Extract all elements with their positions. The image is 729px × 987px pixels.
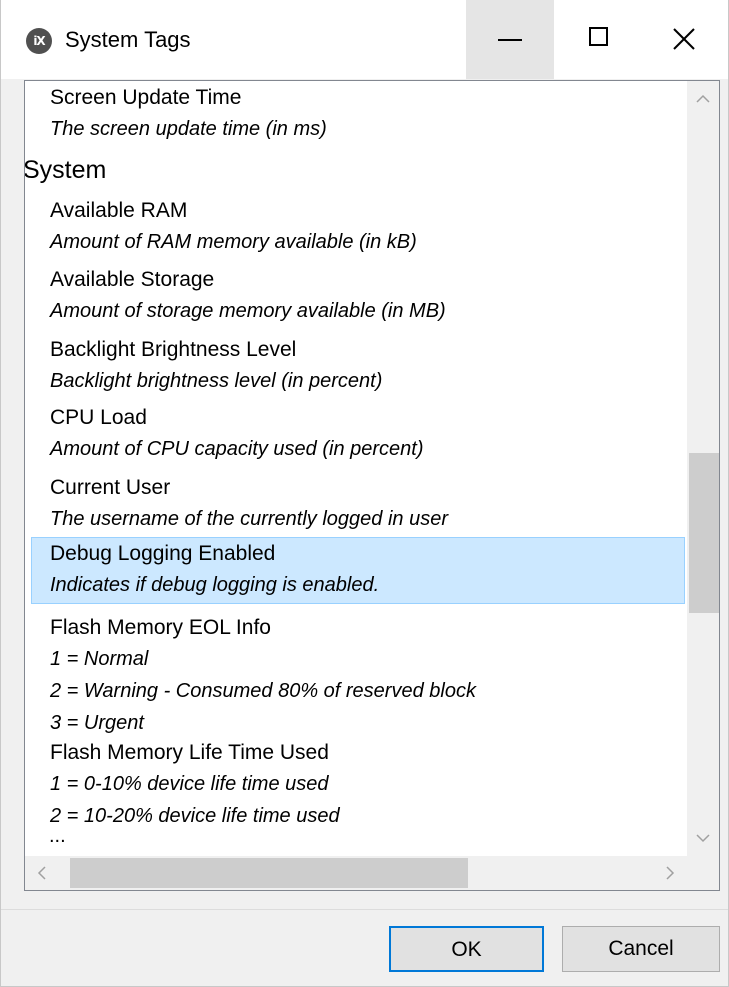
tag-name: Flash Memory EOL Info — [50, 616, 271, 639]
list-item-flash-memory-eol-info[interactable]: Flash Memory EOL Info 1 = Normal 2 = War… — [31, 611, 685, 740]
tag-description: Amount of storage memory available (in M… — [50, 300, 446, 322]
horizontal-scrollbar[interactable] — [25, 856, 687, 890]
list-item-screen-update-time[interactable]: Screen Update Time The screen update tim… — [31, 81, 685, 146]
list-item-backlight-brightness-level[interactable]: Backlight Brightness Level Backlight bri… — [31, 333, 685, 398]
title-bar[interactable]: iX System Tags — [1, 0, 728, 79]
tag-description: Indicates if debug logging is enabled. — [50, 574, 380, 596]
maximize-button[interactable] — [554, 0, 642, 79]
close-icon — [673, 28, 695, 50]
maximize-icon — [589, 27, 608, 46]
window-title: System Tags — [65, 27, 191, 52]
tag-description: The screen update time (in ms) — [50, 118, 327, 140]
footer-divider — [1, 909, 728, 910]
list-item-cpu-load[interactable]: CPU Load Amount of CPU capacity used (in… — [31, 401, 685, 466]
tag-name: Debug Logging Enabled — [50, 542, 276, 565]
tag-name: Available Storage — [50, 268, 215, 291]
tag-name: Backlight Brightness Level — [50, 338, 297, 361]
scroll-down-button[interactable] — [687, 822, 719, 856]
scroll-up-button[interactable] — [687, 81, 719, 115]
horizontal-scroll-thumb[interactable] — [70, 858, 468, 888]
tag-description: Amount of RAM memory available (in kB) — [50, 231, 417, 253]
system-tags-list-panel: Screen Update Time The screen update tim… — [24, 80, 720, 891]
tag-description-line: 1 = 0-10% device life time used — [50, 773, 329, 795]
minimize-button[interactable] — [466, 0, 554, 79]
tag-description-line: 1 = Normal — [50, 648, 149, 670]
tag-description: Amount of CPU capacity used (in percent) — [50, 438, 424, 460]
chevron-right-icon — [666, 866, 675, 880]
scroll-left-button[interactable] — [25, 856, 59, 890]
tag-description: Backlight brightness level (in percent) — [50, 370, 383, 392]
scrollbar-corner — [687, 856, 719, 890]
cancel-button[interactable]: Cancel — [562, 926, 720, 972]
tag-name: Current User — [50, 476, 171, 499]
tag-name: CPU Load — [50, 406, 147, 429]
ok-button[interactable]: OK — [389, 926, 544, 972]
app-logo-icon: iX — [26, 28, 52, 54]
truncation-ellipsis: ... — [49, 825, 66, 847]
tag-description-line: 2 = 10-20% device life time used — [50, 805, 340, 827]
tag-description-line: 2 = Warning - Consumed 80% of reserved b… — [50, 680, 476, 702]
vertical-scroll-thumb[interactable] — [689, 453, 719, 613]
list-item-flash-memory-life-time-used[interactable]: Flash Memory Life Time Used 1 = 0-10% de… — [31, 736, 685, 833]
tag-description: The username of the currently logged in … — [50, 508, 448, 530]
scroll-right-button[interactable] — [653, 856, 687, 890]
list-item-debug-logging-enabled[interactable]: Debug Logging Enabled Indicates if debug… — [31, 537, 685, 604]
tag-description-line: 3 = Urgent — [50, 712, 144, 734]
list-item-available-ram[interactable]: Available RAM Amount of RAM memory avail… — [31, 194, 685, 259]
tag-name: Flash Memory Life Time Used — [50, 741, 329, 764]
tag-name: Available RAM — [50, 199, 188, 222]
list-item-current-user[interactable]: Current User The username of the current… — [31, 471, 685, 536]
vertical-scrollbar[interactable] — [687, 81, 719, 856]
chevron-down-icon — [696, 834, 710, 843]
close-button[interactable] — [640, 0, 728, 79]
list-item-available-storage[interactable]: Available Storage Amount of storage memo… — [31, 263, 685, 328]
chevron-up-icon — [696, 94, 710, 103]
tag-name: Screen Update Time — [50, 86, 242, 109]
tag-list[interactable]: Screen Update Time The screen update tim… — [25, 81, 687, 856]
system-tags-dialog: iX System Tags Screen Update Time The sc… — [0, 0, 729, 987]
minimize-icon — [498, 39, 522, 41]
group-header-system: System — [25, 156, 107, 184]
chevron-left-icon — [37, 866, 46, 880]
